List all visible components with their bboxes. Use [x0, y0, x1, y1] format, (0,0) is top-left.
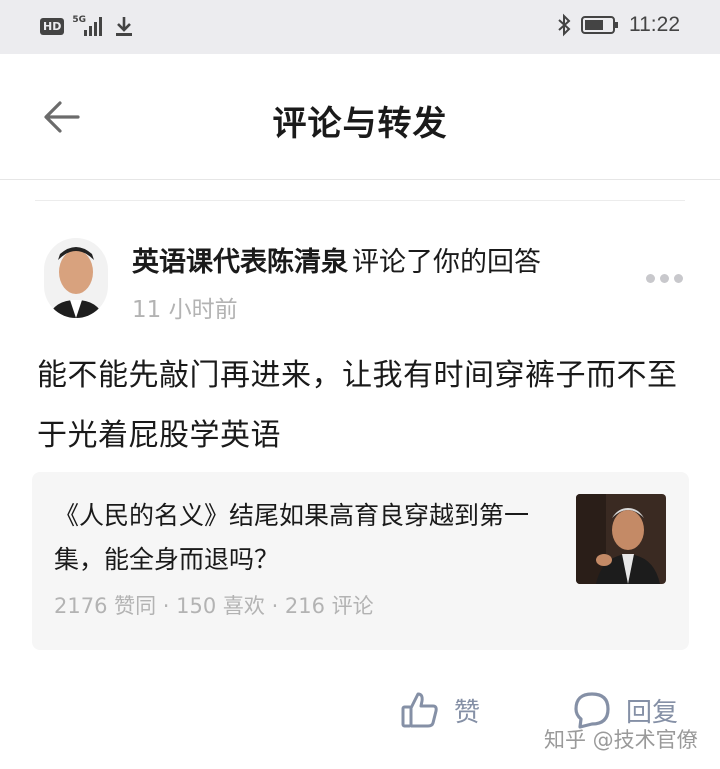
- status-bar-right: 11:22: [557, 13, 680, 37]
- page-title: 评论与转发: [272, 104, 448, 144]
- bluetooth-icon: [558, 13, 571, 37]
- action-text: 评论了你的回答: [352, 247, 541, 278]
- timestamp: 11 小时前: [132, 297, 238, 323]
- battery-icon: [581, 16, 618, 34]
- status-time: 11:22: [629, 13, 680, 36]
- hd-icon: HD: [40, 17, 65, 35]
- watermark: 知乎 @技术官僚: [544, 728, 698, 752]
- avatar[interactable]: [44, 238, 108, 318]
- status-bar-left: HD 5G: [40, 15, 134, 37]
- nav-header: 评论与转发: [0, 54, 720, 180]
- like-button[interactable]: 赞: [400, 690, 480, 730]
- answer-stats: 2176 赞同 · 150 喜欢 · 216 评论: [54, 594, 374, 618]
- answer-title: 《人民的名义》结尾如果高育良穿越到第一集，能全身而退吗？: [54, 501, 530, 574]
- signal-icon: 5G: [72, 15, 106, 37]
- answer-card[interactable]: 《人民的名义》结尾如果高育良穿越到第一集，能全身而退吗？ 2176 赞同 · 1…: [32, 472, 689, 650]
- reply-label: 回复: [626, 697, 679, 728]
- notification-header: 英语课代表陈清泉 评论了你的回答: [132, 240, 541, 279]
- status-bar: HD 5G 11:22: [0, 0, 720, 54]
- more-horizontal-icon[interactable]: [646, 270, 686, 286]
- answer-thumbnail: [576, 494, 666, 584]
- download-icon: [116, 17, 133, 36]
- divider: [35, 200, 685, 201]
- comment-text[interactable]: 能不能先敲门再进来，让我有时间穿裤子而不至于光着屁股学英语: [37, 346, 697, 466]
- thumbs-up-icon: [401, 692, 438, 728]
- like-label: 赞: [454, 697, 481, 728]
- author-name[interactable]: 英语课代表陈清泉: [132, 247, 348, 278]
